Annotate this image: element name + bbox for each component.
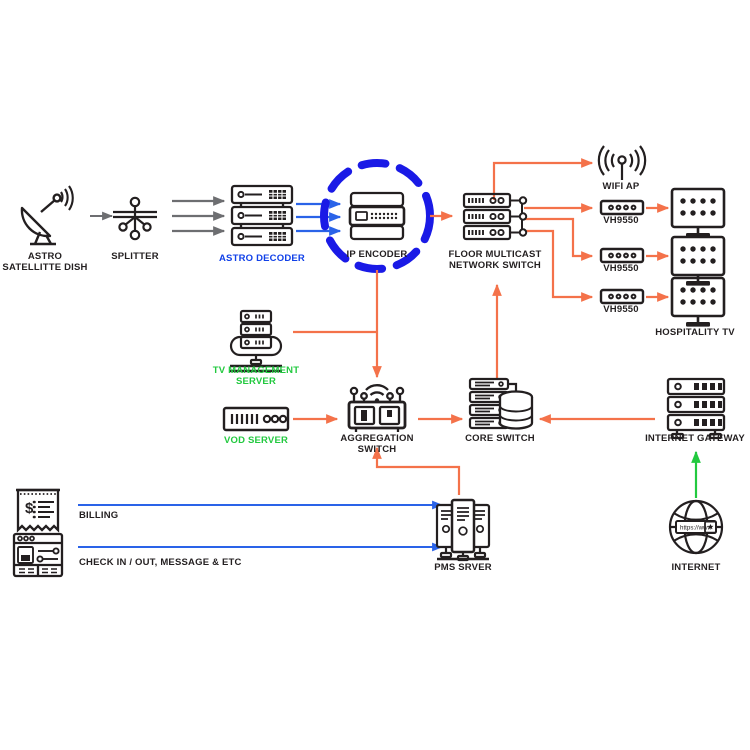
front-desk-ui-icon (12, 532, 64, 578)
globe-url-text: https://www (680, 524, 713, 531)
vod-server-icon (222, 406, 290, 432)
gateway-server-icon (666, 377, 726, 440)
label-check-in-out: CHECK IN / OUT, MESSAGE & ETC (79, 557, 242, 568)
diagram-svg: $ https://www (12, 145, 726, 578)
label-billing: BILLING (79, 510, 119, 521)
wifi-access-point-icon (597, 145, 647, 180)
label-vh9550-1: VH9550 (603, 215, 639, 226)
label-splitter: SPLITTER (111, 251, 159, 262)
network-diagram-canvas: $ https://www ASTRO SATELLITTE DISH SPLI… (0, 0, 750, 750)
label-astro-dish: ASTRO SATELLITTE DISH (2, 251, 88, 273)
globe-icon: https://www (668, 499, 724, 555)
label-aggregation-switch: AGGREGATION SWITCH (340, 433, 414, 455)
label-astro-decoder: ASTRO DECODER (219, 253, 305, 264)
television-icon (670, 187, 726, 239)
invoice-icon: $ (16, 488, 60, 533)
cloud-server-icon (229, 309, 283, 373)
label-internet: INTERNET (671, 562, 721, 573)
satellite-dish-icon (20, 185, 74, 246)
media-gateway-icon (599, 199, 645, 216)
label-wifi-ap: WIFI AP (602, 181, 640, 192)
aggregation-switch-icon (347, 384, 407, 432)
media-gateway-icon (599, 247, 645, 264)
link-decoder-to-encoder (296, 199, 342, 236)
label-pms-server: PMS SRVER (434, 562, 492, 573)
label-floor-multicast-switch: FLOOR MULTICAST NETWORK SWITCH (448, 249, 542, 271)
media-gateway-icon (599, 288, 645, 305)
label-vod-server: VOD SERVER (223, 435, 289, 446)
link-splitter-to-decoder (172, 196, 226, 236)
label-hospitality-tv: HOSPITALITY TV (655, 327, 735, 338)
label-vh9550-3: VH9550 (603, 304, 639, 315)
splitter-icon (113, 196, 157, 241)
encoder-icon (348, 191, 406, 241)
label-ip-encoder: IP ENCODER (346, 249, 408, 260)
label-core-switch: CORE SWITCH (465, 433, 535, 444)
network-switch-icon (462, 192, 528, 241)
pms-server-icon (435, 498, 491, 562)
svg-text:$: $ (25, 500, 34, 517)
core-switch-icon (468, 377, 534, 430)
server-rack-icon (230, 184, 294, 247)
label-vh9550-2: VH9550 (603, 263, 639, 274)
label-tv-management-server: TV MANAGEMENT SERVER (212, 365, 300, 387)
label-internet-gateway: INTERNET GATEWAY (645, 433, 745, 444)
